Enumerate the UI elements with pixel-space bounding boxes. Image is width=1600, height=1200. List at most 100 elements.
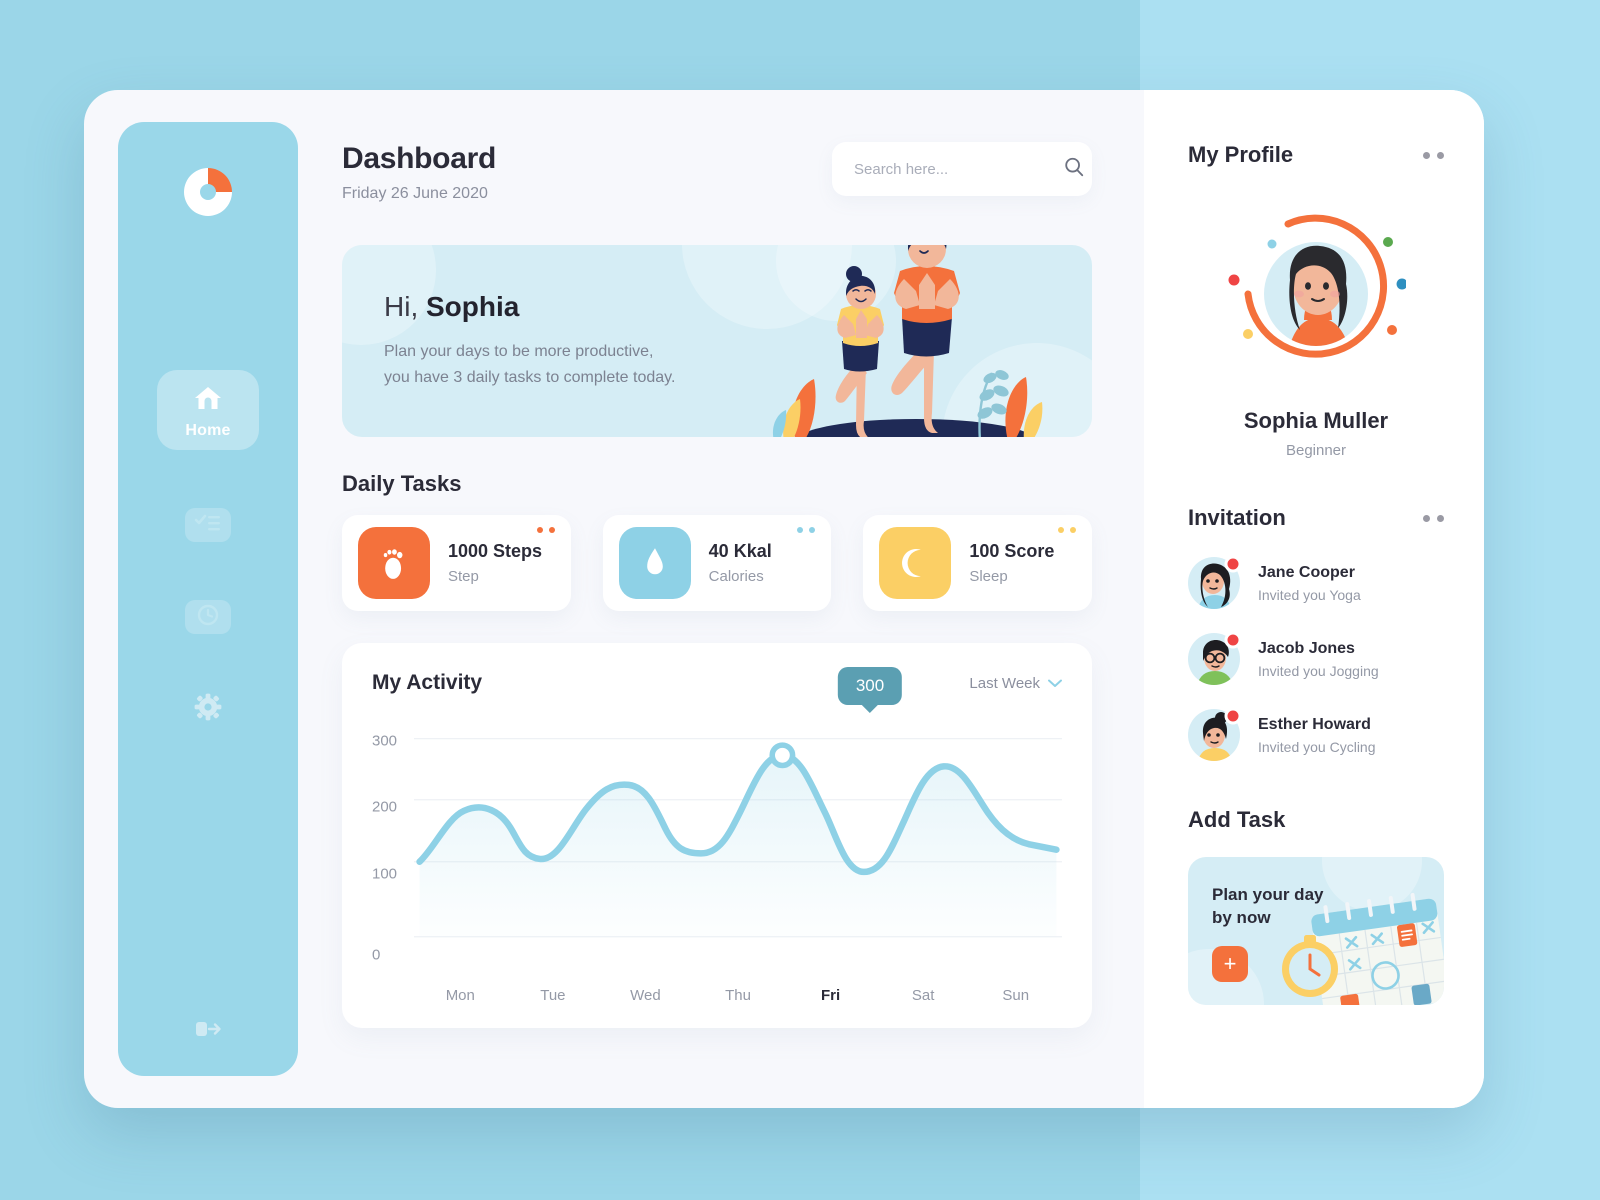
footprint-icon [358, 527, 430, 599]
sidebar-item-home[interactable]: Home [157, 370, 259, 450]
woman-bun-avatar [1188, 707, 1242, 761]
invitation-text: Invited you Yoga [1258, 586, 1361, 603]
page-heading-group: Dashboard Friday 26 June 2020 [342, 142, 496, 203]
task-card-text: 100 Score Sleep [969, 541, 1054, 585]
two-women-yoga-tree-pose-illustration [756, 245, 1056, 437]
more-dots-icon[interactable] [1423, 151, 1444, 159]
woman-long-hair-avatar [1188, 555, 1242, 609]
y-tick-200: 200 [372, 798, 398, 816]
y-tick-0: 0 [372, 946, 381, 964]
top-bar: Dashboard Friday 26 June 2020 [342, 142, 1092, 203]
list-item-text: Esther Howard Invited you Cycling [1258, 716, 1376, 755]
clock-icon [196, 603, 220, 632]
invitation-text: Invited you Cycling [1258, 738, 1376, 755]
list-item-text: Jane Cooper Invited you Yoga [1258, 564, 1361, 603]
sidebar-item-tasks[interactable] [185, 508, 231, 542]
main-content: Dashboard Friday 26 June 2020 Search her… [298, 90, 1144, 1108]
activity-card: My Activity Last Week 300 200 100 0 300 … [342, 643, 1092, 1028]
gear-icon [194, 693, 222, 726]
x-tick-sat: Sat [911, 987, 935, 1004]
daily-tasks-title: Daily Tasks [342, 471, 462, 496]
sidebar-item-settings[interactable] [185, 692, 231, 726]
more-dots-icon[interactable] [1423, 514, 1444, 522]
moon-icon [879, 527, 952, 599]
invitation-text: Invited you Jogging [1258, 662, 1379, 679]
chart-tooltip: 300 [837, 667, 903, 705]
list-item[interactable]: Jane Cooper Invited you Yoga [1188, 555, 1444, 609]
tasks-list-icon [194, 513, 222, 538]
profile-name: Sophia Muller [1243, 408, 1389, 433]
sidebar-item-label: Home [185, 421, 231, 439]
x-tick-sun: Sun [1002, 987, 1030, 1004]
hero-subtext: Plan your days to be more productive, yo… [384, 339, 675, 391]
sidebar-item-history[interactable] [185, 600, 231, 634]
activity-chart: 300 200 100 0 300 [372, 667, 1062, 977]
task-card-text: 1000 Steps Step [448, 541, 542, 585]
x-tick-mon: Mon [445, 987, 475, 1004]
flame-icon [618, 527, 691, 599]
task-card-menu-icon[interactable] [536, 527, 555, 533]
task-value: 40 Kkal [708, 541, 772, 561]
search-input[interactable] [854, 160, 1053, 178]
list-item-text: Jacob Jones Invited you Jogging [1258, 640, 1379, 679]
y-tick-300: 300 [372, 732, 398, 750]
task-card-sleep[interactable]: 100 Score Sleep [863, 515, 1093, 611]
add-task-line2: by now [1212, 908, 1271, 928]
hero-greeting-name: Sophia [426, 291, 520, 323]
daily-tasks-list: 1000 Steps Step 40 Kkal Calories 100 Sco… [342, 515, 1093, 611]
app-window: Home Dashboard Friday 26 June 2020 Searc… [84, 90, 1484, 1108]
hero-subtext-line1: Plan your days to be more productive, [384, 343, 654, 361]
profile-block: Sophia Muller Beginner [1188, 202, 1444, 459]
invitation-list: Jane Cooper Invited you Yoga Jacob Jones… [1188, 555, 1444, 761]
task-caption: Step [448, 568, 479, 585]
x-tick-tue: Tue [540, 987, 566, 1004]
x-tick-fri: Fri [821, 987, 841, 1004]
task-card-text: 40 Kkal Calories [709, 541, 772, 585]
add-task-header: Add Task [1188, 807, 1444, 833]
add-task-button[interactable]: + [1212, 945, 1248, 982]
profile-header: My Profile [1188, 142, 1444, 168]
task-card-calories[interactable]: 40 Kkal Calories [602, 515, 832, 611]
activity-header: My Activity Last Week [372, 671, 1062, 695]
hero-text: Hi, Sophia Plan your days to be more pro… [342, 291, 675, 391]
invitation-name: Esther Howard [1258, 715, 1371, 733]
man-glasses-avatar [1188, 631, 1242, 685]
adult-yoga-figure [891, 245, 960, 433]
search-icon[interactable] [1063, 156, 1085, 183]
activity-range-dropdown[interactable]: Last Week [969, 675, 1062, 692]
list-item[interactable]: Jacob Jones Invited you Jogging [1188, 631, 1444, 685]
invitation-name: Jacob Jones [1258, 639, 1355, 657]
add-task-card[interactable]: Plan your day by now + [1188, 857, 1444, 1005]
plus-icon: + [1223, 950, 1237, 976]
y-tick-100: 100 [372, 865, 398, 883]
chart-tooltip-value: 300 [855, 676, 885, 695]
activity-title: My Activity [372, 671, 483, 694]
add-task-card-text: Plan your day by now [1212, 883, 1444, 930]
x-tick-wed: Wed [630, 987, 661, 1004]
list-item[interactable]: Esther Howard Invited you Cycling [1188, 707, 1444, 761]
hero-banner: Hi, Sophia Plan your days to be more pro… [342, 245, 1092, 437]
hero-subtext-line2: you have 3 daily tasks to complete today… [384, 369, 676, 386]
activity-range-label: Last Week [969, 674, 1040, 692]
task-card-menu-icon[interactable] [1058, 527, 1077, 533]
add-task-title: Add Task [1188, 807, 1286, 832]
page-title: Dashboard [342, 142, 496, 175]
logout-button[interactable] [185, 1014, 231, 1048]
chevron-down-icon [1048, 675, 1062, 692]
task-card-step[interactable]: 1000 Steps Step [342, 515, 571, 611]
pie-chart-icon [180, 164, 236, 220]
invitation-name: Jane Cooper [1258, 563, 1355, 581]
search-bar[interactable] [832, 142, 1092, 196]
sidebar: Home [118, 122, 298, 1076]
add-task-line1: Plan your day [1212, 885, 1324, 904]
task-card-menu-icon[interactable] [797, 527, 816, 533]
right-panel: My Profile Sophia Muller Beginner Invita… [1144, 90, 1484, 1108]
task-caption: Sleep [969, 568, 1008, 585]
task-value: 1000 Steps [448, 541, 543, 561]
task-value: 100 Score [969, 541, 1055, 561]
sidebar-nav: Home [157, 370, 259, 1014]
hero-greeting-prefix: Hi, [384, 291, 426, 323]
avatar [1226, 202, 1408, 382]
child-yoga-figure [835, 266, 884, 437]
activity-line-svg [414, 737, 1062, 938]
